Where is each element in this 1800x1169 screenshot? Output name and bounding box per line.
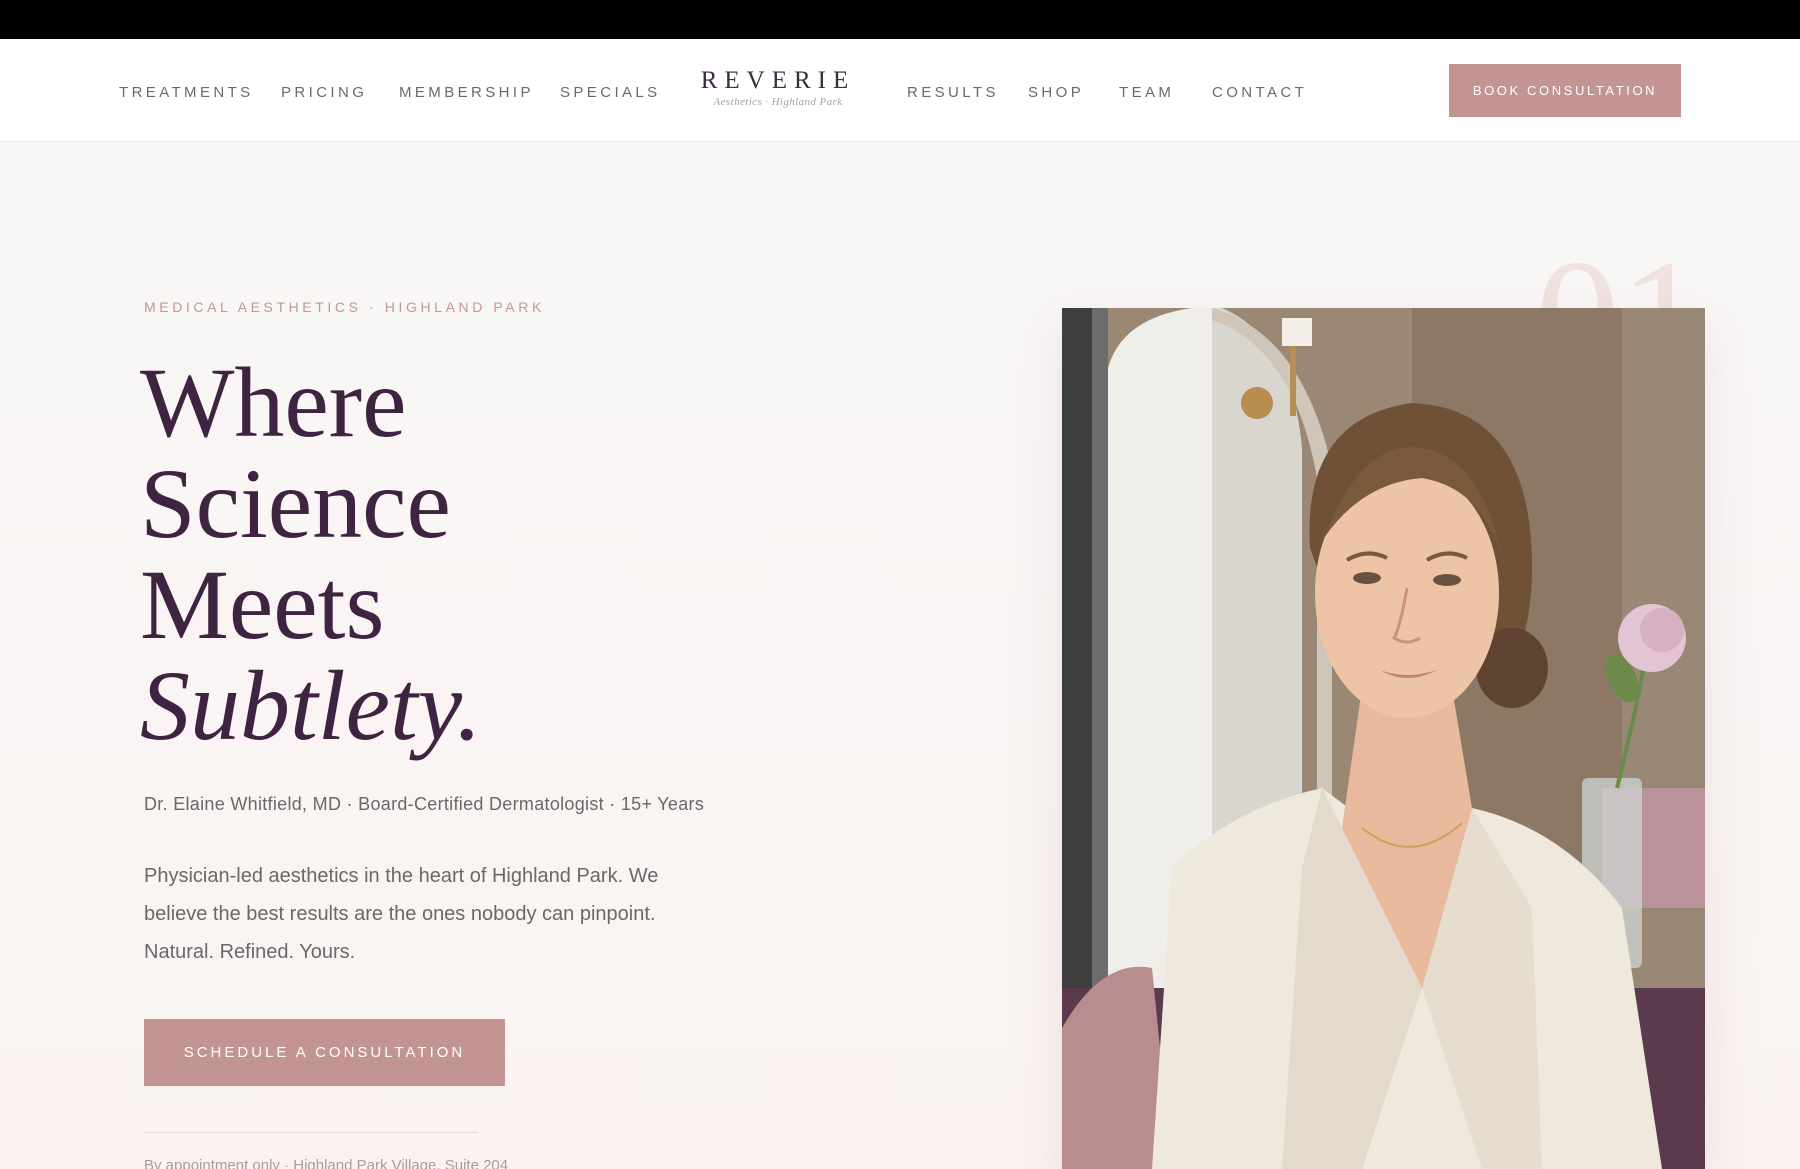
logo-wordmark: REVERIE — [700, 67, 856, 94]
hero-divider — [144, 1132, 478, 1133]
top-black-bar — [0, 0, 1800, 39]
nav-link-specials[interactable]: SPECIALS — [560, 84, 661, 101]
headline-line-3: Meets — [140, 549, 385, 660]
logo-tagline: Aesthetics · Highland Park — [713, 96, 843, 108]
headline-line-4: Subtlety. — [140, 650, 482, 761]
appointment-address: By appointment only · Highland Park Vill… — [144, 1157, 509, 1169]
schedule-consultation-button[interactable]: SCHEDULE A CONSULTATION — [144, 1019, 505, 1086]
nav-link-treatments[interactable]: TREATMENTS — [119, 84, 254, 101]
book-consultation-button[interactable]: BOOK CONSULTATION — [1449, 64, 1681, 117]
site-logo[interactable]: REVERIE Aesthetics · Highland Park — [700, 67, 856, 108]
hero-headline: Where Science Meets Subtlety. — [140, 352, 482, 756]
nav-link-shop[interactable]: SHOP — [1028, 84, 1084, 101]
hero-eyebrow: MEDICAL AESTHETICS · HIGHLAND PARK — [144, 299, 545, 315]
nav-link-team[interactable]: TEAM — [1119, 84, 1174, 101]
hero-section: 01 MEDICAL AESTHETICS · HIGHLAND PARK Wh… — [0, 142, 1800, 1169]
hero-portrait-image — [1062, 308, 1705, 1169]
headline-line-1: Where — [140, 347, 407, 458]
headline-line-2: Science — [140, 448, 451, 559]
doctor-credentials: Dr. Elaine Whitfield, MD · Board-Certifi… — [144, 794, 705, 814]
nav-link-contact[interactable]: CONTACT — [1212, 84, 1307, 101]
site-header: TREATMENTS PRICING MEMBERSHIP SPECIALS R… — [0, 39, 1800, 142]
nav-link-pricing[interactable]: PRICING — [281, 84, 367, 101]
nav-link-membership[interactable]: MEMBERSHIP — [399, 84, 534, 101]
nav-link-results[interactable]: RESULTS — [907, 84, 999, 101]
hero-intro-text: Physician-led aesthetics in the heart of… — [144, 865, 659, 963]
